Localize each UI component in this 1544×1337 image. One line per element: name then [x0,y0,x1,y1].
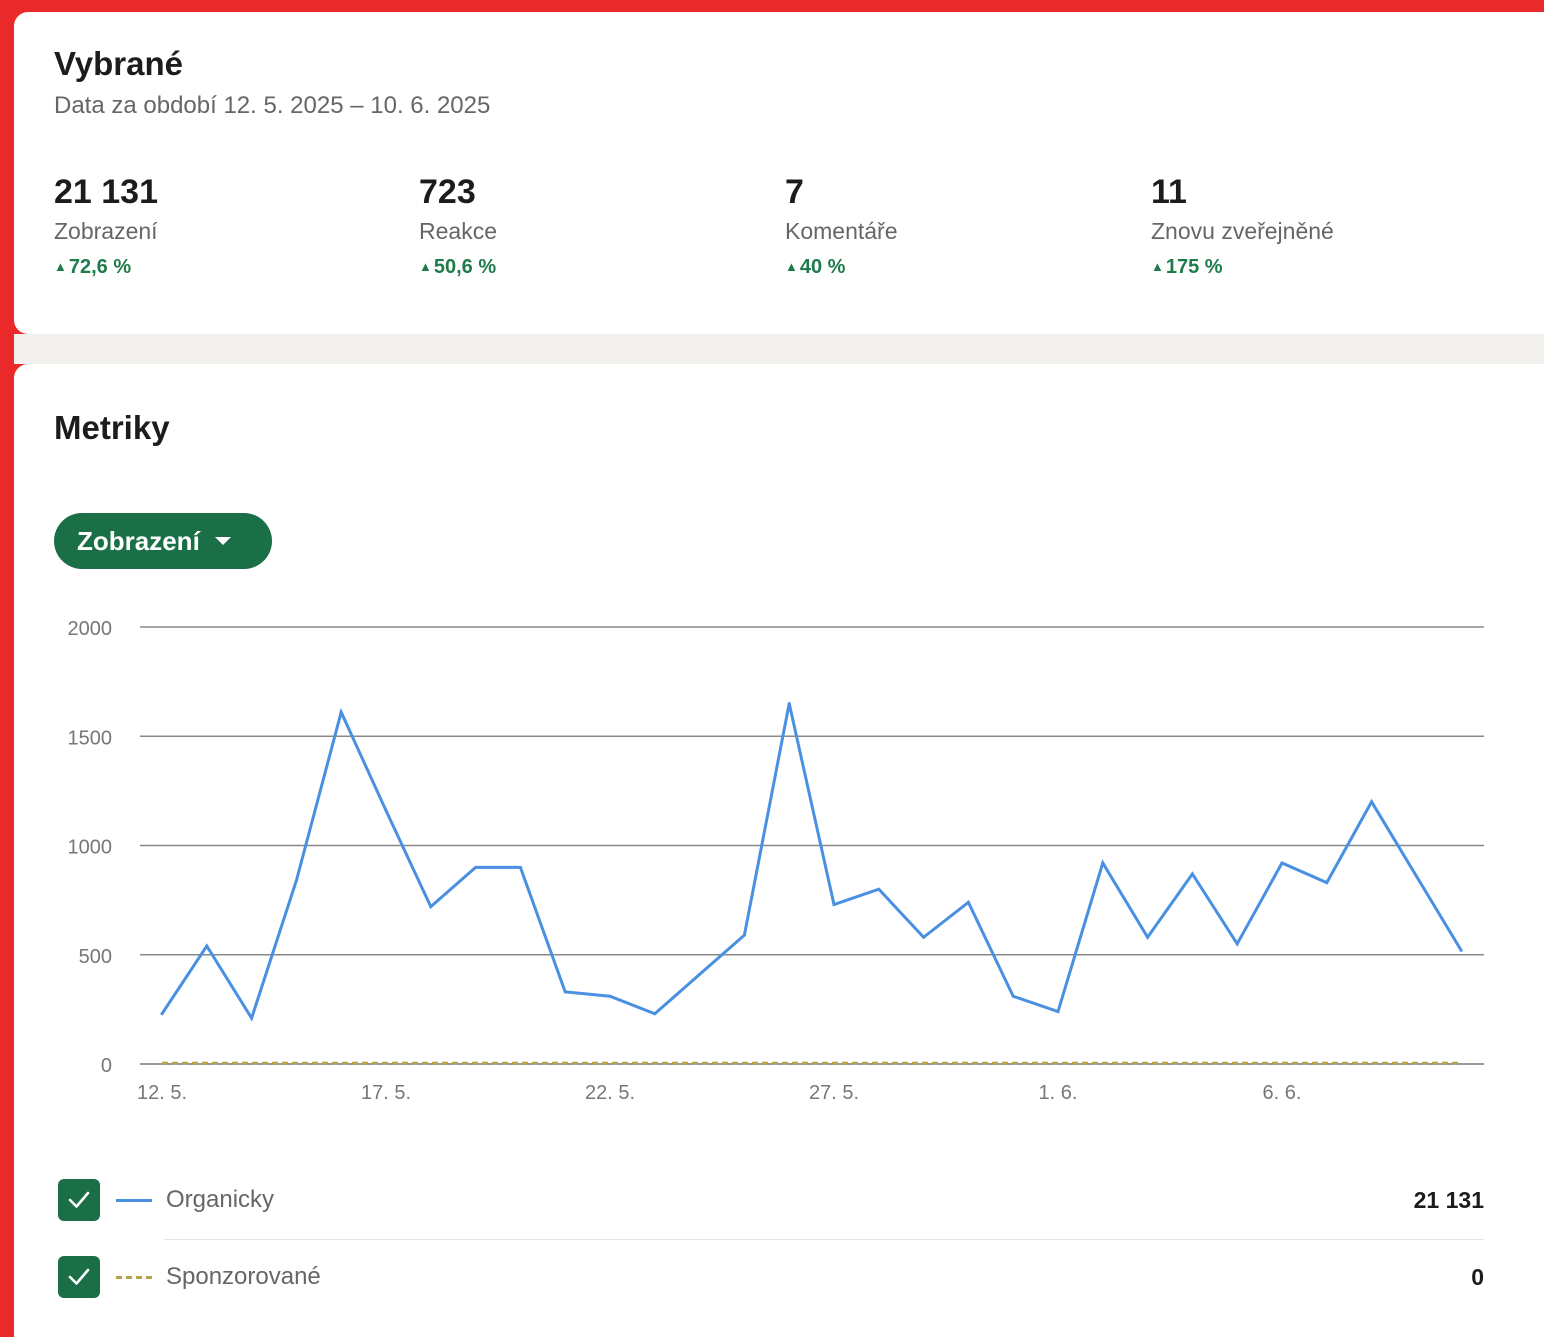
sponsored-checkbox[interactable] [58,1256,100,1298]
legend-total: 0 [1471,1263,1484,1290]
y-tick-label: 1500 [68,727,113,749]
data-point-organic [832,902,836,906]
series-line-organic [160,703,1463,1022]
stat-label: Komentáře [785,218,898,244]
impressions-line-chart: 0 500 1000 1500 2000 12. 5. 17. 5. 22. 5. 27. 5.… [68,618,1484,1104]
checkmark-icon [68,1268,90,1285]
section-divider [14,334,1544,364]
data-point-organic [653,1012,657,1016]
summary-panel: Vybrané Data za období 12. 5. 2025 – 10.… [14,12,1544,334]
data-point-organic [160,1012,164,1016]
date-range-subtitle: Data za období 12. 5. 2025 – 10. 6. 2025 [54,92,491,119]
data-point-organic [1459,948,1463,952]
legend-label: Organicky [166,1186,275,1213]
metrics-panel: Metriky Zobrazení 0 500 1000 1500 2000 12. 5.… [14,364,1544,1337]
data-point-organic [1370,800,1374,804]
data-point-organic [1011,994,1015,998]
data-point-organic [339,710,343,714]
summary-title: Vybrané [54,45,184,82]
stat-label: Reakce [419,218,497,244]
data-point-organic [1280,861,1284,865]
trend-up-icon: ▲ [1151,259,1164,274]
data-point-organic [1325,881,1329,885]
checkmark-icon [68,1191,90,1208]
stat-value: 723 [419,173,476,211]
stat-change: ▲ 72,6 % [54,256,132,278]
x-tick-label: 6. 6. [1263,1082,1302,1104]
stat-change: ▲ 175 % [1151,256,1223,278]
data-point-organic [1235,942,1239,946]
stat-value: 21 131 [54,173,158,211]
data-point-organic [1190,872,1194,876]
stat-value: 11 [1151,173,1187,211]
legend-item-sponsored: Sponzorované 0 [58,1252,1484,1302]
x-tick-label: 17. 5. [361,1082,411,1104]
stat-impressions: 21 131 Zobrazení ▲ 72,6 % [54,172,394,280]
stat-change: ▲ 50,6 % [419,256,497,278]
data-point-organic [877,887,881,891]
data-point-organic [1056,1010,1060,1014]
stat-change: ▲ 40 % [785,256,846,278]
stat-reactions: 723 Reakce ▲ 50,6 % [419,172,759,280]
stat-reposts: 11 Znovu zveřejněné ▲ 175 % [1151,172,1491,280]
data-point-organic [518,865,522,869]
data-point-organic [1146,935,1150,939]
data-point-organic [1101,861,1105,865]
data-point-organic [563,990,567,994]
data-point-organic [787,701,791,705]
data-point-organic [608,994,612,998]
legend-divider [164,1239,1484,1240]
x-tick-label: 22. 5. [585,1082,635,1104]
data-point-organic [250,1016,254,1020]
y-tick-label: 1000 [68,837,113,859]
stat-value: 7 [785,173,804,211]
data-point-organic [384,809,388,813]
trend-up-icon: ▲ [419,259,432,274]
stat-comments: 7 Komentáře ▲ 40 % [785,172,1125,280]
stat-label: Znovu zveřejněné [1151,218,1334,244]
data-point-organic [474,865,478,869]
legend-item-organic: Organicky 21 131 [58,1175,1484,1225]
data-point-organic [1414,874,1418,878]
sponsored-line-swatch [116,1275,152,1279]
data-point-organic [922,935,926,939]
x-tick-label: 27. 5. [809,1082,859,1104]
data-point-organic [698,972,702,976]
data-point-organic [294,878,298,882]
legend-total: 21 131 [1413,1186,1484,1213]
trend-up-icon: ▲ [785,259,798,274]
trend-up-icon: ▲ [54,259,67,274]
stat-label: Zobrazení [54,218,158,244]
organic-line-swatch [116,1198,152,1202]
data-point-organic [429,905,433,909]
x-tick-label: 1. 6. [1039,1082,1078,1104]
x-tick-label: 12. 5. [137,1082,187,1104]
data-point-organic [966,900,970,904]
y-tick-label: 2000 [68,618,113,640]
data-point-organic [742,933,746,937]
legend-label: Sponzorované [166,1263,321,1290]
y-tick-label: 500 [79,946,112,968]
data-point-organic [205,944,209,948]
organic-checkbox[interactable] [58,1179,100,1221]
y-tick-label: 0 [101,1055,112,1077]
